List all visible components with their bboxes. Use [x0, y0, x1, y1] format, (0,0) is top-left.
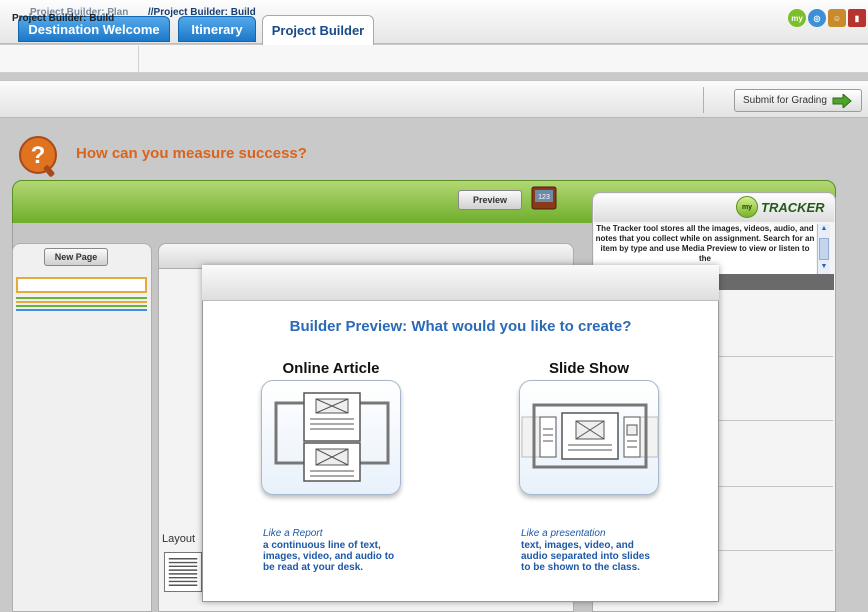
thumb-line	[16, 297, 147, 299]
option-title-online-article: Online Article	[282, 360, 380, 377]
tracker-row-divider	[715, 356, 833, 357]
tracker-row-divider	[715, 420, 833, 421]
arrow-right-icon	[832, 93, 852, 108]
dialog-title: Builder Preview: What would you like to …	[289, 318, 632, 335]
tracker-title: TRACKER	[761, 199, 825, 215]
dialog-title-bar	[202, 265, 719, 301]
thumb-line	[16, 301, 147, 303]
submit-label: Submit for Grading	[743, 95, 827, 106]
guiding-question: How can you measure success?	[76, 145, 307, 162]
tracker-logo: my TRACKER	[736, 196, 825, 218]
option-description-online-article: a continuous line of text, images, video…	[263, 540, 395, 573]
slideshow-layout-icon	[521, 403, 659, 469]
thumb-line	[16, 305, 147, 307]
option-subtitle-online-article: Like a Report	[263, 528, 323, 539]
option-subtitle-slide-show: Like a presentation	[521, 528, 606, 539]
question-icon: ?	[19, 136, 57, 177]
tab-project-builder[interactable]: Project Builder	[262, 15, 374, 45]
tracker-row-divider	[715, 486, 833, 487]
svg-text:?: ?	[31, 142, 46, 169]
my-badge-icon: my	[736, 196, 758, 218]
thumb-line	[16, 309, 147, 311]
article-layout-icon	[274, 392, 390, 482]
scroll-down-icon[interactable]: ▼	[819, 263, 829, 272]
slide-show-option[interactable]	[519, 380, 659, 495]
sub-tab-bar	[0, 45, 868, 73]
online-article-option[interactable]	[261, 380, 401, 495]
new-page-button[interactable]: New Page	[44, 248, 108, 266]
preview-button[interactable]: Preview	[458, 190, 522, 210]
layout-thumbnail[interactable]	[164, 552, 202, 592]
subtab-divider	[138, 46, 139, 72]
top-icons: my ◎ ☺ ▮	[788, 9, 866, 27]
option-title-slide-show: Slide Show	[548, 360, 629, 377]
layout-label: Layout	[162, 533, 196, 545]
scroll-up-icon[interactable]: ▲	[819, 225, 829, 234]
page-thumbnail[interactable]	[16, 277, 147, 293]
my-icon[interactable]: my	[788, 9, 806, 27]
subtab-build[interactable]: //Project Builder: Build	[148, 7, 256, 18]
option-description-slide-show: text, images, video, and audio separated…	[521, 540, 650, 573]
book-icon[interactable]: ▮	[848, 9, 866, 27]
header-divider	[703, 87, 704, 113]
scroll-thumb[interactable]	[819, 238, 829, 260]
tracker-scrollbar[interactable]: ▲ ▼	[817, 224, 830, 274]
slideshow-icon[interactable]: 123	[531, 186, 557, 210]
tab-itinerary[interactable]: Itinerary	[178, 16, 256, 42]
page-title: Project Builder: Build	[12, 13, 115, 24]
globe-icon[interactable]: ◎	[808, 9, 826, 27]
slides-icon-text: 123	[538, 194, 550, 201]
submit-for-grading-button[interactable]: Submit for Grading	[734, 89, 862, 112]
people-icon[interactable]: ☺	[828, 9, 846, 27]
tracker-row-divider	[715, 550, 833, 551]
